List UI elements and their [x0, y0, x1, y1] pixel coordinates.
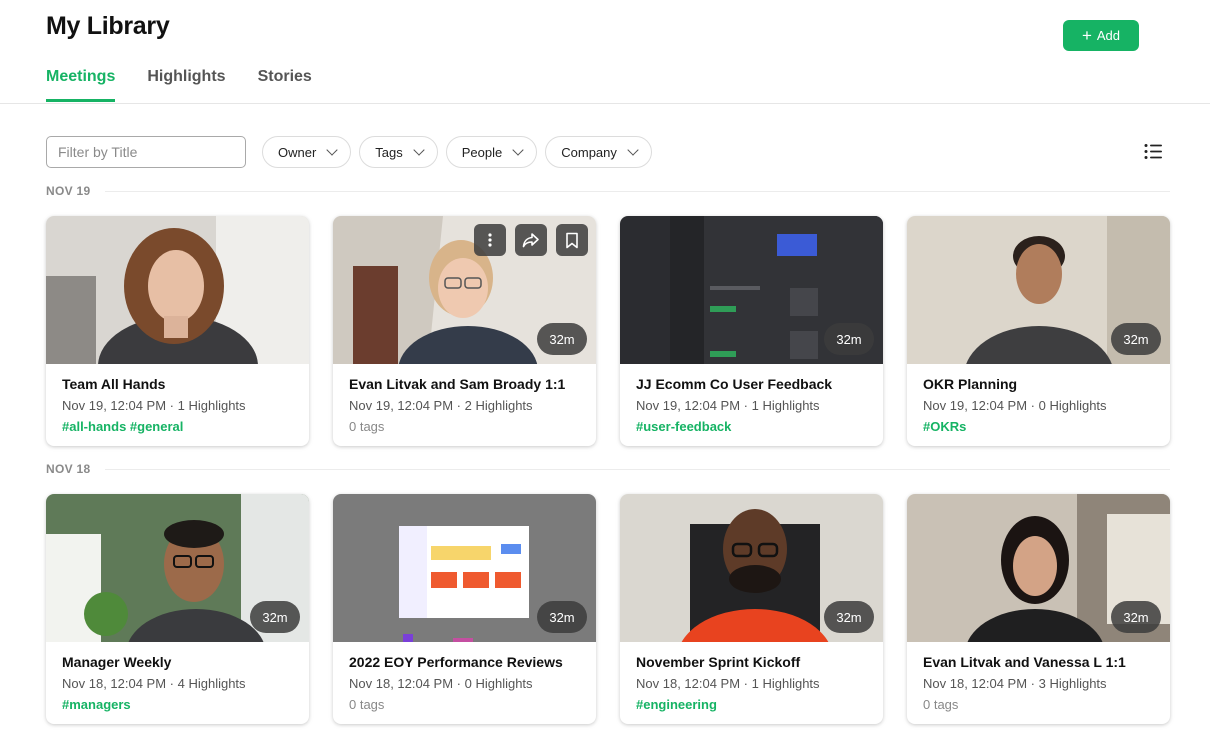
meeting-row: Team All Hands Nov 19, 12:04 PM · 1 High… — [46, 216, 1170, 446]
meeting-tags: 0 tags — [349, 697, 385, 712]
meeting-tags: 0 tags — [349, 419, 385, 434]
meeting-meta: Nov 19, 12:04 PM · 0 Highlights — [923, 398, 1107, 413]
add-button[interactable]: + Add — [1063, 20, 1139, 51]
meeting-thumbnail: 32m — [46, 494, 309, 642]
card-actions — [474, 224, 588, 256]
meeting-meta: Nov 18, 12:04 PM · 4 Highlights — [62, 676, 246, 691]
meeting-meta: Nov 18, 12:04 PM · 0 Highlights — [349, 676, 533, 691]
meeting-card[interactable]: 32m Evan Litvak and Vanessa L 1:1 Nov 18… — [907, 494, 1170, 724]
bookmark-icon[interactable] — [556, 224, 588, 256]
chevron-down-icon — [512, 144, 524, 156]
meeting-thumbnail — [46, 216, 309, 364]
meeting-card[interactable]: 32m OKR Planning Nov 19, 12:04 PM · 0 Hi… — [907, 216, 1170, 446]
meeting-tags: #user-feedback — [636, 419, 732, 434]
meeting-card[interactable]: 32m 2022 EOY Performance Reviews Nov 18,… — [333, 494, 596, 724]
meeting-meta: Nov 19, 12:04 PM · 1 Highlights — [62, 398, 246, 413]
meeting-title: Manager Weekly — [62, 654, 172, 670]
tab-meetings[interactable]: Meetings — [46, 68, 116, 102]
meeting-title: Evan Litvak and Vanessa L 1:1 — [923, 654, 1126, 670]
tab-highlights[interactable]: Highlights — [147, 68, 225, 102]
meeting-card[interactable]: 32m Evan Litvak and Sam Broady 1:1 Nov 1… — [333, 216, 596, 446]
duration-badge: 32m — [824, 323, 874, 355]
meeting-thumbnail: 32m — [620, 216, 883, 364]
meeting-tags: 0 tags — [923, 697, 959, 712]
duration-badge: 32m — [537, 601, 587, 633]
meeting-card[interactable]: Team All Hands Nov 19, 12:04 PM · 1 High… — [46, 216, 309, 446]
duration-badge: 32m — [1111, 601, 1161, 633]
duration-badge: 32m — [250, 601, 300, 633]
date-section-header: NOV 19 — [46, 184, 1170, 198]
meeting-title: November Sprint Kickoff — [636, 654, 801, 670]
divider — [104, 468, 1170, 470]
meeting-card[interactable]: 32m JJ Ecomm Co User Feedback Nov 19, 12… — [620, 216, 883, 446]
meeting-card[interactable]: 32m Manager Weekly Nov 18, 12:04 PM · 4 … — [46, 494, 309, 724]
chevron-down-icon — [413, 144, 425, 156]
people-dropdown-label: People — [461, 144, 503, 160]
meeting-meta: Nov 19, 12:04 PM · 2 Highlights — [349, 398, 533, 413]
meeting-title: OKR Planning — [923, 376, 1018, 392]
meeting-thumbnail: 32m — [620, 494, 883, 642]
meeting-meta: Nov 18, 12:04 PM · 3 Highlights — [923, 676, 1107, 691]
owner-dropdown[interactable]: Owner — [262, 136, 352, 168]
date-label: NOV 18 — [46, 462, 91, 476]
meeting-tags: #managers — [62, 697, 131, 712]
duration-badge: 32m — [1111, 323, 1161, 355]
more-icon[interactable] — [474, 224, 506, 256]
date-label: NOV 19 — [46, 184, 91, 198]
tabs-divider — [0, 103, 1210, 104]
duration-badge: 32m — [824, 601, 874, 633]
meeting-tags: #all-hands #general — [62, 419, 184, 434]
meeting-thumbnail: 32m — [333, 216, 596, 364]
meeting-meta: Nov 18, 12:04 PM · 1 Highlights — [636, 676, 820, 691]
share-icon[interactable] — [515, 224, 547, 256]
meeting-thumbnail: 32m — [907, 494, 1170, 642]
chevron-down-icon — [627, 144, 639, 156]
meeting-meta: Nov 19, 12:04 PM · 1 Highlights — [636, 398, 820, 413]
divider — [104, 190, 1170, 192]
meeting-tags: #OKRs — [923, 419, 967, 434]
meeting-card[interactable]: 32m November Sprint Kickoff Nov 18, 12:0… — [620, 494, 883, 724]
chevron-down-icon — [326, 144, 338, 156]
meeting-thumbnail: 32m — [907, 216, 1170, 364]
add-button-label: Add — [1096, 28, 1121, 43]
tab-bar: Meetings Highlights Stories — [46, 68, 312, 102]
meeting-tags: #engineering — [636, 697, 717, 712]
duration-badge: 32m — [537, 323, 587, 355]
tab-stories[interactable]: Stories — [258, 68, 312, 102]
meeting-title: Evan Litvak and Sam Broady 1:1 — [349, 376, 566, 392]
people-dropdown[interactable]: People — [445, 136, 538, 168]
filter-title-input[interactable] — [46, 136, 246, 168]
owner-dropdown-label: Owner — [278, 144, 317, 160]
meeting-thumbnail: 32m — [333, 494, 596, 642]
company-dropdown[interactable]: Company — [545, 136, 652, 168]
meeting-title: 2022 EOY Performance Reviews — [349, 654, 563, 670]
meeting-title: Team All Hands — [62, 376, 166, 392]
meeting-title: JJ Ecomm Co User Feedback — [636, 376, 833, 392]
page-title: My Library — [46, 12, 170, 40]
tags-dropdown-label: Tags — [375, 144, 403, 160]
list-view-icon[interactable] — [1144, 143, 1162, 160]
date-section-header: NOV 18 — [46, 462, 1170, 476]
company-dropdown-label: Company — [561, 144, 617, 160]
meeting-row: 32m Manager Weekly Nov 18, 12:04 PM · 4 … — [46, 494, 1170, 724]
filter-dropdowns: Owner Tags People Company — [262, 136, 652, 168]
plus-icon: + — [1081, 25, 1092, 45]
tags-dropdown[interactable]: Tags — [359, 136, 438, 168]
